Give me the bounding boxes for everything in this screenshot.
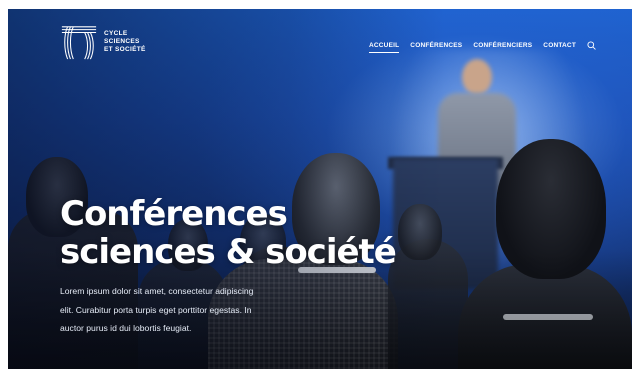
nav-item-conferenciers[interactable]: CONFÉRENCIERS [473, 42, 532, 49]
hero-title-line: sciences & société [60, 232, 397, 272]
logo-line: ET SOCIÉTÉ [104, 46, 146, 53]
nav-item-contact[interactable]: CONTACT [543, 42, 576, 49]
hero-description: Lorem ipsum dolor sit amet, consectetur … [60, 286, 254, 333]
hero-section: CYCLE SCIENCES ET SOCIÉTÉ ACCUEIL CONFÉR… [8, 9, 632, 369]
logo-line: CYCLE [104, 30, 128, 37]
search-icon[interactable] [587, 41, 596, 50]
hero-title-line: Conférences [60, 194, 288, 234]
logo-mark-icon [61, 26, 97, 60]
logo-line: SCIENCES [104, 38, 140, 45]
main-nav: ACCUEIL CONFÉRENCES CONFÉRENCIERS CONTAC… [369, 41, 596, 53]
nav-item-conferences[interactable]: CONFÉRENCES [410, 42, 462, 49]
logo-text: CYCLE SCIENCES ET SOCIÉTÉ [104, 30, 146, 54]
nav-item-accueil[interactable]: ACCUEIL [369, 42, 400, 53]
hero-title: Conférences sciences & société [60, 194, 397, 272]
site-logo[interactable]: CYCLE SCIENCES ET SOCIÉTÉ [60, 23, 146, 61]
